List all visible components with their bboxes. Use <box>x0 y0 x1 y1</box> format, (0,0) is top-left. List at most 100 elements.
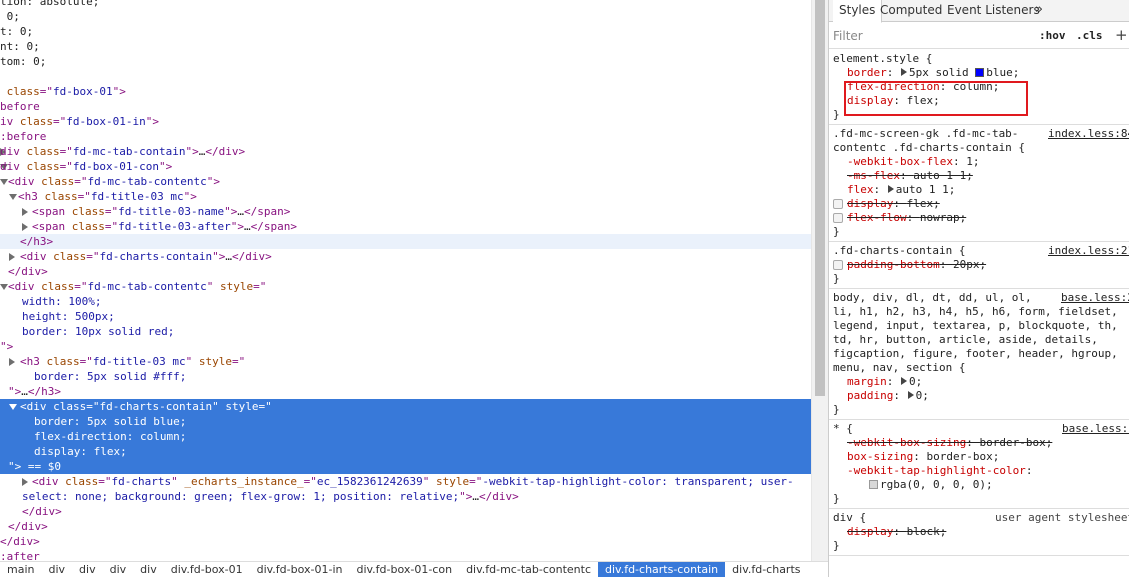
expand-triangle-open-icon[interactable] <box>9 404 17 410</box>
rule-source-link[interactable]: index.less:84 <box>1048 127 1129 141</box>
dom-node-line[interactable]: height: 500px; <box>0 309 811 324</box>
elements-scrollbar-thumb[interactable] <box>815 0 825 396</box>
property-value[interactable]: column; <box>953 80 999 93</box>
breadcrumb-item[interactable]: div <box>41 562 72 577</box>
property-name[interactable]: padding <box>847 389 893 402</box>
dom-node-line[interactable]: display: flex; <box>0 444 811 459</box>
toggle-property-checkbox[interactable] <box>833 213 843 223</box>
toggle-property-checkbox[interactable] <box>833 199 843 209</box>
tab-computed[interactable]: Computed <box>874 0 948 22</box>
css-declaration[interactable]: padding: 0; <box>829 389 1129 403</box>
css-declaration[interactable]: -webkit-box-sizing: border-box; <box>829 436 1129 450</box>
expand-shorthand-icon[interactable] <box>901 377 907 385</box>
rule-source-link[interactable]: base.less:21 <box>1061 291 1129 305</box>
css-declaration[interactable]: rgba(0, 0, 0, 0); <box>829 478 1129 492</box>
css-declaration[interactable]: -ms-flex: auto 1 1; <box>829 169 1129 183</box>
css-declaration[interactable]: display: block; <box>829 525 1129 539</box>
rule-selector[interactable]: legend, input, textarea, p, blockquote, … <box>833 319 1118 332</box>
property-name[interactable]: display <box>847 94 893 107</box>
dom-node-line[interactable]: <div class="fd-charts-contain">…</div> <box>0 249 811 264</box>
rule-source-link[interactable]: index.less:21 <box>1048 244 1129 258</box>
color-swatch-icon[interactable] <box>869 480 878 489</box>
dom-node-line[interactable]: <div class="fd-mc-tab-contentc" style=" <box>0 279 811 294</box>
property-value[interactable]: 0; <box>909 375 922 388</box>
dom-node-line[interactable]: 0; <box>0 9 811 24</box>
dom-tree[interactable]: tion: absolute; 0; t: 0; nt: 0; tom: 0; cla… <box>0 0 811 561</box>
property-value[interactable]: block; <box>907 525 947 538</box>
property-name[interactable]: -webkit-box-sizing <box>847 436 966 449</box>
rule-selector[interactable]: div { <box>833 511 866 524</box>
expand-triangle-closed-icon[interactable] <box>9 358 15 366</box>
dom-node-line[interactable]: <h3 class="fd-title-03 mc" style=" <box>0 354 811 369</box>
dom-node-line[interactable]: before <box>0 99 811 114</box>
dom-node-line[interactable]: <span class="fd-title-03-name">…</span> <box>0 204 811 219</box>
breadcrumb-item[interactable]: div.fd-box-01-in <box>250 562 350 577</box>
breadcrumb-item[interactable]: div <box>72 562 103 577</box>
css-declaration[interactable]: -webkit-tap-highlight-color: <box>829 464 1129 478</box>
elements-scrollbar[interactable] <box>811 0 828 561</box>
dom-node-line[interactable]: flex-direction: column; <box>0 429 811 444</box>
dom-node-line[interactable]: div class="fd-mc-tab-contain">…</div> <box>0 144 811 159</box>
dom-node-line[interactable]: </h3> <box>0 234 811 249</box>
rule-selector[interactable]: contentc .fd-charts-contain { <box>833 141 1025 154</box>
property-name[interactable]: padding-bottom <box>847 258 940 271</box>
dom-node-line[interactable]: :before <box>0 129 811 144</box>
rule-source-link[interactable]: base.less:1 <box>1062 422 1129 436</box>
dom-node-line[interactable]: border: 5px solid #fff; <box>0 369 811 384</box>
rule-selector[interactable]: figcaption, figure, footer, header, hgro… <box>833 347 1118 360</box>
dom-node-line[interactable]: tom: 0; <box>0 54 811 69</box>
property-name[interactable]: -webkit-tap-highlight-color <box>847 464 1026 477</box>
dom-node-line[interactable]: class="fd-box-01"> <box>0 84 811 99</box>
expand-triangle-closed-icon[interactable] <box>22 208 28 216</box>
new-rule-icon[interactable]: + <box>1115 26 1128 44</box>
rule-selector[interactable]: .fd-mc-screen-gk .fd-mc-tab- <box>833 127 1018 140</box>
property-value[interactable]: auto 1 1; <box>896 183 956 196</box>
dom-node-line[interactable]: <span class="fd-title-03-after">…</span> <box>0 219 811 234</box>
expand-shorthand-icon[interactable] <box>901 68 907 76</box>
property-name[interactable]: display <box>847 525 893 538</box>
breadcrumb-item[interactable]: div <box>133 562 164 577</box>
property-value[interactable]: rgba(0, 0, 0, 0); <box>880 478 993 491</box>
property-value[interactable]: 0; <box>916 389 929 402</box>
property-value[interactable]: 5px solid <box>909 66 969 79</box>
dom-node-line[interactable]: select: none; background: green; flex-gr… <box>0 489 811 504</box>
rule-selector[interactable]: li, h1, h2, h3, h4, h5, h6, form, fields… <box>833 305 1118 318</box>
dom-node-line[interactable]: border: 5px solid blue; <box>0 414 811 429</box>
dom-node-line[interactable]: </div> <box>0 534 811 549</box>
css-declaration[interactable]: -webkit-box-flex: 1; <box>829 155 1129 169</box>
property-name[interactable]: -ms-flex <box>847 169 900 182</box>
breadcrumb-item[interactable]: div <box>103 562 134 577</box>
dom-node-line[interactable]: "> <box>0 339 811 354</box>
expand-triangle-open-icon[interactable] <box>0 179 8 185</box>
expand-shorthand-icon[interactable] <box>907 391 914 399</box>
css-declaration[interactable]: flex-flow: nowrap; <box>829 211 1129 225</box>
property-name[interactable]: flex-direction <box>847 80 940 93</box>
property-value-color[interactable]: blue; <box>986 66 1019 79</box>
breadcrumb-item[interactable]: div.fd-mc-tab-contentc <box>459 562 598 577</box>
dom-node-line[interactable]: tion: absolute; <box>0 0 811 9</box>
dom-node-line[interactable]: div class="fd-box-01-con"> <box>0 159 811 174</box>
dom-node-line[interactable]: </div> <box>0 504 811 519</box>
dom-node-line[interactable]: <div class="fd-charts-contain" style=" <box>0 399 811 414</box>
breadcrumb-item[interactable]: div.fd-charts <box>725 562 807 577</box>
property-value[interactable]: flex; <box>907 197 940 210</box>
dom-node-line[interactable]: t: 0; <box>0 24 811 39</box>
property-value[interactable]: flex; <box>907 94 940 107</box>
breadcrumb-item[interactable]: div.fd-charts-contain <box>598 562 726 577</box>
rule-selector[interactable]: body, div, dl, dt, dd, ul, ol, <box>833 291 1032 304</box>
property-value[interactable]: auto 1 1; <box>913 169 973 182</box>
dom-node-line[interactable] <box>0 69 811 84</box>
property-name[interactable]: margin <box>847 375 887 388</box>
property-name[interactable]: -webkit-box-flex <box>847 155 953 168</box>
dom-node-line[interactable]: "> == $0 <box>0 459 811 474</box>
css-declaration[interactable]: flex-direction: column; <box>829 80 1129 94</box>
property-value[interactable]: border-box; <box>979 436 1052 449</box>
dom-node-line[interactable]: ">…</h3> <box>0 384 811 399</box>
css-declaration[interactable]: margin: 0; <box>829 375 1129 389</box>
rule-selector[interactable]: element.style { <box>833 52 932 65</box>
rule-selector[interactable]: menu, nav, section { <box>833 361 965 374</box>
breadcrumb-item[interactable]: main <box>0 562 41 577</box>
expand-triangle-closed-icon[interactable] <box>22 223 28 231</box>
property-name[interactable]: display <box>847 197 893 210</box>
property-value[interactable]: nowrap; <box>920 211 966 224</box>
